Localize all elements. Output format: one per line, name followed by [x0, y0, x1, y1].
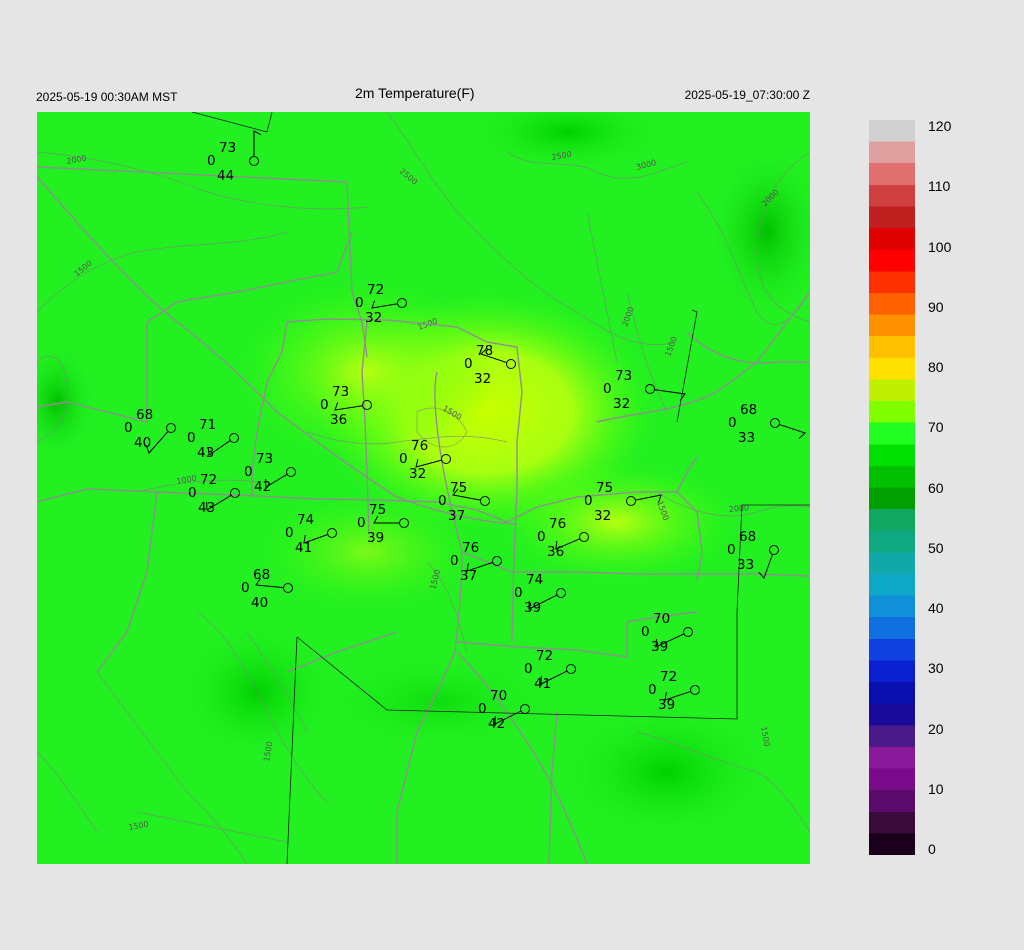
station-dewpoint: 32 — [409, 466, 426, 482]
station-temp: 74 — [526, 572, 543, 588]
station-wind-speed: 0 — [464, 356, 473, 372]
map-title: 2m Temperature(F) — [355, 85, 475, 101]
station-temp: 72 — [200, 472, 217, 488]
station-dewpoint: 32 — [594, 508, 611, 524]
station-wind-speed: 0 — [728, 415, 737, 431]
station-dewpoint: 36 — [330, 412, 347, 428]
station-temp: 75 — [450, 480, 467, 496]
station-dewpoint: 32 — [474, 371, 491, 387]
colorbar-tick-label: 20 — [928, 720, 944, 737]
colorbar-labels: 120 110 100 90 80 70 60 50 40 30 20 10 0 — [928, 118, 988, 863]
station-temp: 73 — [615, 368, 632, 384]
station-wind-speed: 0 — [187, 430, 196, 446]
colorbar-tick-label: 100 — [928, 238, 952, 255]
colorbar-tick-label: 110 — [928, 178, 951, 195]
station-temp: 68 — [253, 567, 270, 583]
station-dewpoint: 36 — [547, 544, 564, 560]
station-wind-speed: 0 — [603, 381, 612, 397]
warm-zone — [257, 492, 477, 612]
station-wind-speed: 0 — [524, 661, 533, 677]
station-temp: 70 — [490, 688, 507, 704]
station-temp: 76 — [549, 516, 566, 532]
colorbar-tick-label: 10 — [928, 780, 944, 797]
station-temp: 76 — [462, 540, 479, 556]
station-temp: 73 — [219, 140, 236, 156]
station-wind-speed: 0 — [357, 515, 366, 531]
station-dewpoint: 39 — [658, 697, 675, 713]
station-wind-speed: 0 — [188, 485, 197, 501]
station-temp: 68 — [136, 407, 153, 423]
colorbar-tick-label: 120 — [928, 118, 952, 134]
colorbar-tick-label: 60 — [928, 479, 944, 496]
station-temp: 70 — [653, 611, 670, 627]
colorbar-tick-label: 0 — [928, 841, 936, 857]
station-dewpoint: 42 — [488, 716, 505, 732]
temperature-map: 2000 2500 3000 2500 2000 1500 2000 1500 … — [37, 112, 810, 864]
station-dewpoint: 32 — [365, 310, 382, 326]
station-dewpoint: 39 — [524, 600, 541, 616]
station-temp: 73 — [256, 451, 273, 467]
station-dewpoint: 40 — [134, 435, 151, 451]
station-dewpoint: 41 — [295, 540, 312, 556]
station-dewpoint: 43 — [198, 500, 215, 516]
station-wind-speed: 0 — [207, 153, 216, 169]
station-wind-speed: 0 — [727, 542, 736, 558]
station-dewpoint: 33 — [737, 557, 754, 573]
station-dewpoint: 37 — [448, 508, 465, 524]
station-wind-speed: 0 — [355, 295, 364, 311]
station-temp: 71 — [199, 417, 216, 433]
colorbar-tick-label: 70 — [928, 419, 944, 436]
colorbar-tick-label: 30 — [928, 660, 944, 677]
station-wind-speed: 0 — [124, 420, 133, 436]
station-temp: 75 — [596, 480, 613, 496]
station-dewpoint: 33 — [738, 430, 755, 446]
station-wind-speed: 0 — [438, 493, 447, 509]
station-wind-speed: 0 — [450, 553, 459, 569]
station-dewpoint: 40 — [251, 595, 268, 611]
colorbar-tick-label: 80 — [928, 359, 944, 375]
station-temp: 72 — [367, 282, 384, 298]
station-wind-speed: 0 — [514, 585, 523, 601]
station-temp: 76 — [411, 438, 428, 454]
station-dewpoint: 32 — [613, 396, 630, 412]
station-dewpoint: 39 — [367, 530, 384, 546]
colorbar-tick-label: 40 — [928, 600, 944, 616]
station-wind-speed: 0 — [648, 682, 657, 698]
station-wind-speed: 0 — [399, 451, 408, 467]
colorbar-tick-label: 50 — [928, 539, 944, 556]
cool-zone — [557, 702, 777, 842]
station-dewpoint: 37 — [460, 568, 477, 584]
station-temp: 72 — [660, 669, 677, 685]
warm-zone — [497, 462, 737, 582]
station-wind-speed: 0 — [584, 493, 593, 509]
station-temp: 74 — [297, 512, 314, 528]
warm-zone — [237, 282, 497, 462]
cool-zone — [317, 652, 557, 752]
station-wind-speed: 0 — [241, 580, 250, 596]
station-wind-speed: 0 — [641, 624, 650, 640]
station-wind-speed: 0 — [285, 525, 294, 541]
station-dewpoint: 39 — [651, 639, 668, 655]
station-dewpoint: 42 — [254, 479, 271, 495]
station-temp: 75 — [369, 502, 386, 518]
station-temp: 73 — [332, 384, 349, 400]
utc-time-label: 2025-05-19_07:30:00 Z — [684, 88, 810, 102]
temperature-colorbar — [869, 120, 915, 855]
station-wind-speed: 0 — [320, 397, 329, 413]
station-wind-speed: 0 — [478, 701, 487, 717]
station-wind-speed: 0 — [537, 529, 546, 545]
colorbar-tick-label: 90 — [928, 298, 944, 315]
station-dewpoint: 43 — [197, 445, 214, 461]
station-temp: 72 — [536, 648, 553, 664]
station-dewpoint: 44 — [217, 168, 234, 184]
local-time-label: 2025-05-19 00:30AM MST — [36, 90, 178, 104]
station-dewpoint: 41 — [534, 676, 551, 692]
station-temp: 78 — [476, 343, 493, 359]
station-temp: 68 — [740, 402, 757, 418]
station-wind-speed: 0 — [244, 464, 253, 480]
station-temp: 68 — [739, 529, 756, 545]
